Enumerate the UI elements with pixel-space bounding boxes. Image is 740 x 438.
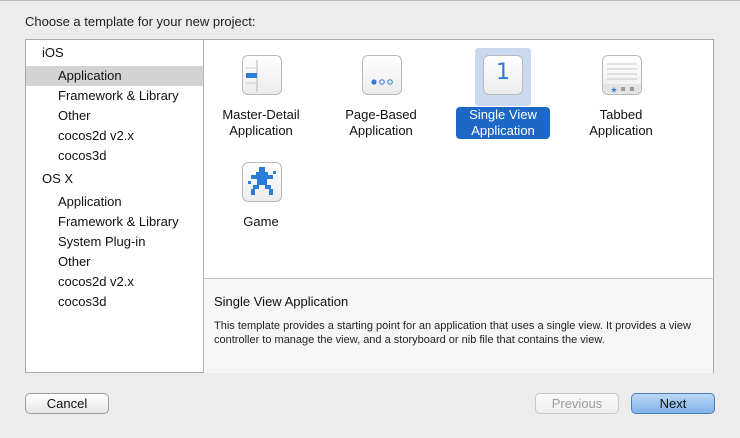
sidebar-item-osx-cocos3d[interactable]: cocos3d — [26, 292, 203, 312]
sidebar-item-osx-other[interactable]: Other — [26, 252, 203, 272]
sidebar-item-ios-framework-library[interactable]: Framework & Library — [26, 86, 203, 106]
single-view-icon: 1 — [483, 55, 523, 95]
sidebar-item-ios-other[interactable]: Other — [26, 106, 203, 126]
sidebar-section-osx: OS X — [42, 171, 74, 186]
template-chooser: iOS Application Framework & Library Othe… — [25, 39, 714, 373]
template-game[interactable]: Game — [206, 162, 316, 236]
sidebar-section-ios: iOS — [42, 45, 64, 60]
template-grid: Master-Detail Application Page-Based App… — [204, 40, 713, 278]
page-based-icon — [362, 55, 402, 95]
template-tabbed-label: Tabbed Application — [589, 107, 653, 138]
sidebar-item-ios-application[interactable]: Application — [26, 66, 203, 86]
details-description: This template provides a starting point … — [214, 320, 691, 346]
previous-button[interactable]: Previous — [535, 393, 619, 414]
next-button[interactable]: Next — [631, 393, 715, 414]
window-top-border — [0, 0, 740, 1]
template-page-based[interactable]: Page-Based Application — [326, 55, 436, 145]
template-master-detail-label: Master-Detail Application — [222, 107, 300, 138]
game-icon — [242, 162, 282, 202]
tabbed-icon: ★ — [602, 55, 642, 95]
sidebar-item-osx-system-plugin[interactable]: System Plug-in — [26, 232, 203, 252]
sidebar-item-ios-cocos3d[interactable]: cocos3d — [26, 146, 203, 166]
template-game-label: Game — [243, 214, 279, 229]
template-page-based-label: Page-Based Application — [345, 107, 417, 138]
details-title: Single View Application — [214, 294, 349, 309]
single-view-icon-number: 1 — [496, 60, 510, 85]
master-detail-icon — [242, 55, 282, 95]
dialog-title: Choose a template for your new project: — [25, 14, 256, 29]
template-single-view[interactable]: 1 Single View Application — [447, 48, 557, 145]
sidebar-item-osx-cocos2d[interactable]: cocos2d v2.x — [26, 272, 203, 292]
template-master-detail[interactable]: Master-Detail Application — [206, 55, 316, 145]
cancel-button[interactable]: Cancel — [25, 393, 109, 414]
template-tabbed[interactable]: ★ Tabbed Application — [566, 55, 676, 145]
sidebar-item-osx-application[interactable]: Application — [26, 192, 203, 212]
template-details: Single View Application This template pr… — [204, 278, 713, 373]
sidebar: iOS Application Framework & Library Othe… — [26, 40, 204, 372]
svg-text:★: ★ — [610, 86, 617, 95]
template-single-view-label: Single View Application — [456, 107, 550, 139]
sidebar-item-ios-cocos2d[interactable]: cocos2d v2.x — [26, 126, 203, 146]
sidebar-item-osx-framework-library[interactable]: Framework & Library — [26, 212, 203, 232]
